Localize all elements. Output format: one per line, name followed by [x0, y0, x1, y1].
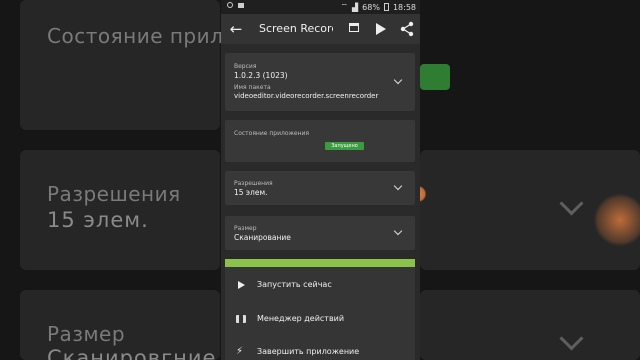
bg-permissions-title: Разрешения: [47, 182, 181, 206]
app-title: Screen Recorder: [259, 22, 333, 35]
app-toolbar: ← Screen Recorder: [221, 14, 420, 44]
battery-percent: 68%: [362, 2, 380, 12]
size-value: Сканирование: [234, 233, 291, 242]
menu-item-label: Запустить сейчас: [257, 280, 332, 289]
bg-card-state: [20, 0, 220, 130]
menu-item-label: Менеджер действий: [257, 314, 345, 323]
bg-card-size-right: [420, 290, 640, 360]
status-bar: ⌔ ▟ 68% 18:58: [221, 0, 420, 14]
camera-icon: [238, 2, 244, 8]
package-value: videoeditor.videorecorder.screenrecorder: [234, 92, 379, 100]
menu-item-activity-manager[interactable]: Менеджер действий: [225, 304, 415, 334]
bg-size-value: Сканировгние: [47, 346, 217, 360]
chevron-down-icon[interactable]: [393, 181, 403, 191]
menu-item-run-now[interactable]: Запустить сейчас: [225, 270, 415, 300]
bg-state-badge: [420, 64, 450, 90]
bolt-icon: ⚡: [236, 346, 244, 357]
phone-screen: ⌔ ▟ 68% 18:58 ← Screen Recorder Версия 1…: [221, 0, 420, 360]
package-label: Имя пакета: [234, 84, 271, 91]
bg-touch-indicator: [594, 194, 640, 246]
accent-bar: [225, 259, 415, 267]
wifi-icon: ⌔: [340, 2, 348, 11]
version-card[interactable]: Версия 1.0.2.3 (1023) Имя пакета videoed…: [225, 53, 415, 111]
clock: 18:58: [392, 2, 416, 12]
menu-item-label: Завершить приложение: [257, 347, 360, 356]
open-window-icon[interactable]: [347, 20, 363, 38]
chevron-down-icon[interactable]: [393, 75, 403, 85]
app-state-label: Состояние приложения: [234, 130, 310, 137]
version-label: Версия: [234, 63, 257, 70]
version-value: 1.0.2.3 (1023): [234, 71, 288, 80]
size-card[interactable]: Размер Сканирование: [225, 216, 415, 250]
share-icon[interactable]: [399, 20, 415, 38]
signal-icon: ▟: [352, 2, 359, 12]
permissions-card[interactable]: Разрешения 15 элем.: [225, 171, 415, 205]
permissions-label: Разрешения: [234, 180, 273, 187]
chevron-down-icon[interactable]: [393, 226, 403, 236]
status-badge: Запущено: [325, 142, 364, 150]
size-label: Размер: [234, 225, 257, 232]
play-icon: [236, 280, 246, 290]
app-state-card: Состояние приложения Запущено: [225, 120, 415, 162]
content-area: Версия 1.0.2.3 (1023) Имя пакета videoed…: [221, 44, 420, 360]
bg-permissions-value: 15 элем.: [47, 208, 149, 232]
menu-item-force-stop[interactable]: ⚡ Завершить приложение: [225, 337, 415, 360]
play-store-icon[interactable]: [373, 20, 389, 38]
bg-size-title: Размер: [47, 322, 126, 346]
permissions-value: 15 элем.: [234, 188, 268, 197]
film-icon: [236, 314, 246, 324]
back-arrow-icon[interactable]: ←: [227, 19, 245, 39]
location-icon: [227, 2, 233, 8]
battery-icon: [383, 3, 389, 11]
action-menu: Запустить сейчас Менеджер действий ⚡ Зав…: [225, 267, 415, 360]
